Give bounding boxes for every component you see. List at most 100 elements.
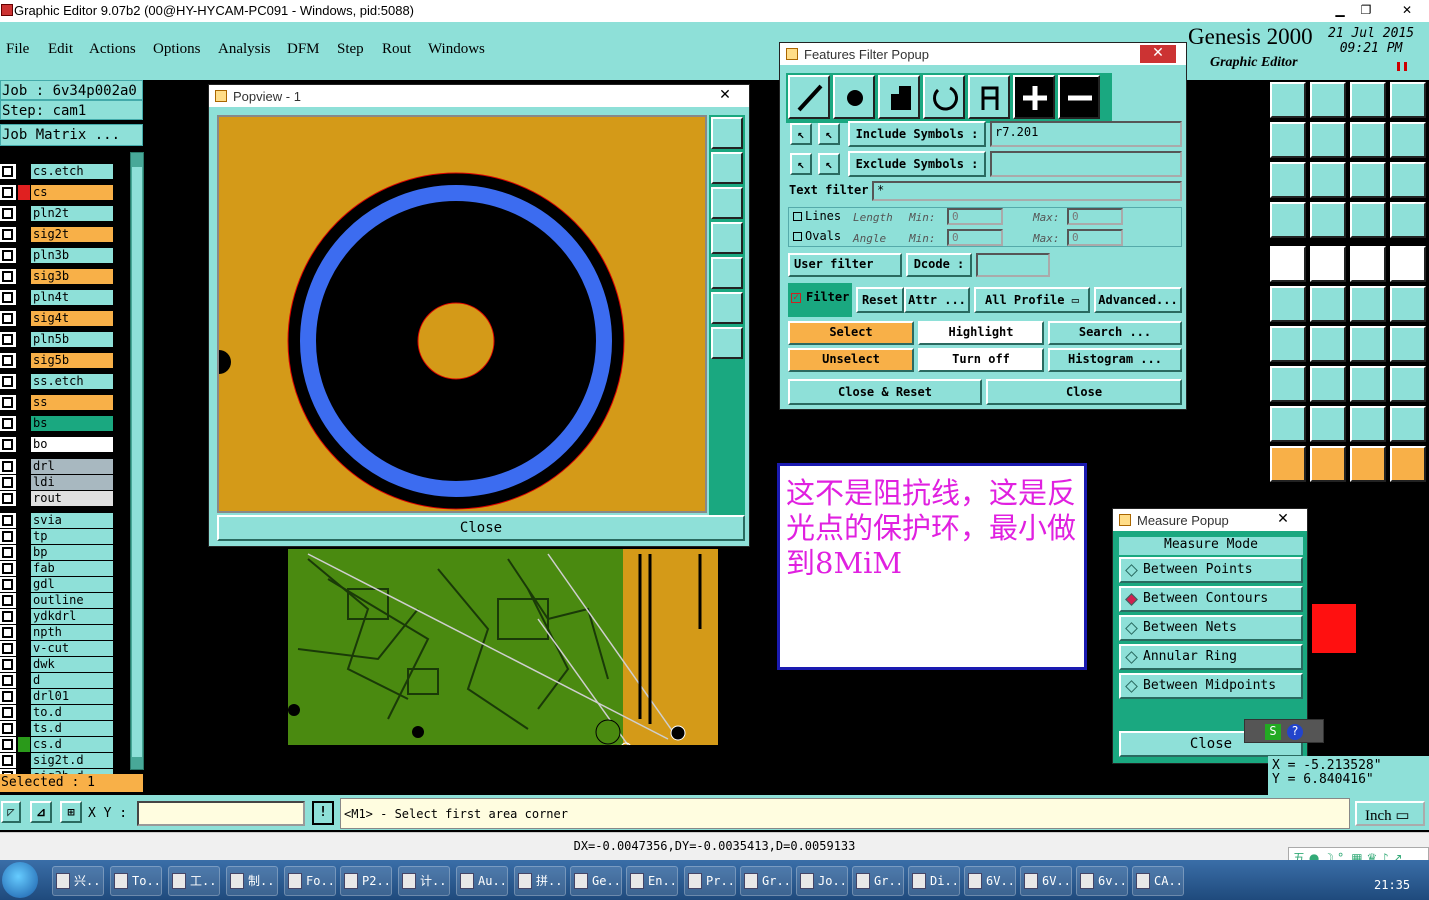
measure-option[interactable]: Between Contours bbox=[1119, 586, 1303, 612]
layer-checkbox[interactable] bbox=[2, 208, 13, 219]
positive-polarity-icon[interactable] bbox=[1013, 75, 1055, 119]
layer-row[interactable]: outline bbox=[0, 593, 115, 608]
layer-name[interactable]: bs bbox=[31, 416, 113, 431]
layer-affected-cell[interactable] bbox=[0, 374, 16, 389]
layer-name[interactable]: bo bbox=[31, 437, 113, 452]
zoom-forward-icon[interactable] bbox=[1310, 122, 1346, 158]
select-button[interactable]: Select bbox=[788, 321, 914, 345]
layer-checkbox[interactable] bbox=[2, 477, 13, 488]
zoom-home-icon[interactable] bbox=[1270, 162, 1306, 198]
home-icon[interactable] bbox=[1350, 82, 1386, 118]
pointer-icon[interactable] bbox=[1270, 446, 1306, 482]
layer-name[interactable]: ldi bbox=[31, 475, 113, 490]
layer-checkbox[interactable] bbox=[2, 250, 13, 261]
layer-name[interactable]: cs.d bbox=[31, 737, 113, 752]
measure-option[interactable]: Between Points bbox=[1119, 557, 1303, 583]
layer-row[interactable]: drl bbox=[0, 459, 115, 474]
popview-close-button[interactable]: Close bbox=[217, 515, 745, 541]
menu-dfm[interactable]: DFM bbox=[287, 41, 320, 58]
layer-checkbox[interactable] bbox=[2, 563, 13, 574]
layer-name[interactable]: tp bbox=[31, 529, 113, 544]
taskbar-item[interactable]: 兴... bbox=[52, 866, 104, 896]
line-minus-icon[interactable] bbox=[1310, 366, 1346, 402]
layer-name[interactable]: d bbox=[31, 673, 113, 688]
ruler-icon[interactable] bbox=[1350, 246, 1386, 282]
taskbar-item[interactable]: Pr... bbox=[684, 866, 736, 896]
layer-name[interactable]: sig3b bbox=[31, 269, 113, 284]
layer-affected-cell[interactable] bbox=[0, 737, 16, 752]
grid-select-icon[interactable]: ⊞ bbox=[60, 801, 82, 823]
taskbar-item[interactable]: 制... bbox=[226, 866, 278, 896]
layer-affected-cell[interactable] bbox=[0, 206, 16, 221]
layer-checkbox[interactable] bbox=[2, 355, 13, 366]
taskbar-item[interactable]: 计... bbox=[398, 866, 450, 896]
sogou-icon[interactable]: S bbox=[1265, 724, 1281, 740]
layer-checkbox[interactable] bbox=[2, 376, 13, 387]
layer-name[interactable]: drl01 bbox=[31, 689, 113, 704]
length-min-input[interactable]: 0 bbox=[947, 208, 1003, 225]
include-symbols-input[interactable]: r7.201 bbox=[990, 121, 1182, 147]
layer-affected-cell[interactable] bbox=[0, 545, 16, 560]
taskbar-item[interactable]: P2... bbox=[340, 866, 392, 896]
layer-row[interactable]: rout bbox=[0, 491, 115, 506]
measure-option[interactable]: Between Nets bbox=[1119, 615, 1303, 641]
triangle3-icon[interactable] bbox=[1350, 406, 1386, 442]
layer-row[interactable]: to.d bbox=[0, 705, 115, 720]
layer-name[interactable]: cs.etch bbox=[31, 164, 113, 179]
layer-name[interactable]: npth bbox=[31, 625, 113, 640]
layer-checkbox[interactable] bbox=[2, 515, 13, 526]
layer-name[interactable]: pln4t bbox=[31, 290, 113, 305]
layer-name[interactable]: sig4t bbox=[31, 311, 113, 326]
taskbar-item[interactable]: En... bbox=[626, 866, 678, 896]
text-feature-icon[interactable] bbox=[968, 75, 1010, 119]
layer-affected-cell[interactable] bbox=[0, 641, 16, 656]
layer-name[interactable]: ydkdrl bbox=[31, 609, 113, 624]
layer-name[interactable]: gdl bbox=[31, 577, 113, 592]
layer-name[interactable]: outline bbox=[31, 593, 113, 608]
layer-name[interactable]: rout bbox=[31, 491, 113, 506]
layer-row[interactable]: sig2t.d bbox=[0, 753, 115, 768]
layer-row[interactable]: ydkdrl bbox=[0, 609, 115, 624]
layer-checkbox[interactable] bbox=[2, 418, 13, 429]
all-profile-select[interactable]: All Profile ▭ bbox=[974, 287, 1090, 313]
menu-file[interactable]: File bbox=[6, 41, 29, 58]
layer-checkbox[interactable] bbox=[2, 166, 13, 177]
layer-row[interactable]: sig2t bbox=[0, 227, 115, 242]
layer-checkbox[interactable] bbox=[2, 611, 13, 622]
layer-row[interactable]: svia bbox=[0, 513, 115, 528]
layer-affected-cell[interactable] bbox=[0, 353, 16, 368]
unselect-button[interactable]: Unselect bbox=[788, 348, 914, 372]
zoom-out-icon[interactable] bbox=[711, 327, 743, 359]
circle-pad-icon[interactable] bbox=[1390, 246, 1426, 282]
zoom-fit-icon[interactable] bbox=[711, 117, 743, 149]
dcode-label[interactable]: Dcode : bbox=[906, 253, 972, 277]
exclude-arrow-icon[interactable]: ↖ bbox=[790, 153, 812, 175]
corner-select-icon[interactable]: ◸ bbox=[1, 801, 21, 823]
pan-left-icon[interactable] bbox=[711, 222, 743, 254]
exclude-symbols-input[interactable] bbox=[990, 151, 1182, 177]
layer-name[interactable]: pln3b bbox=[31, 248, 113, 263]
radio-diamond-icon[interactable] bbox=[1125, 680, 1138, 693]
measure-option[interactable]: Between Midpoints bbox=[1119, 673, 1303, 699]
mirror-icon[interactable] bbox=[1390, 326, 1426, 362]
negative-polarity-icon[interactable] bbox=[1058, 75, 1100, 119]
layer-affected-cell[interactable] bbox=[0, 561, 16, 576]
menu-windows[interactable]: Windows bbox=[428, 41, 485, 58]
filter-toggle[interactable]: ✓ Filter bbox=[788, 283, 852, 317]
layer-row[interactable]: sig3b bbox=[0, 269, 115, 284]
tools-icon[interactable] bbox=[1270, 202, 1306, 238]
layer-affected-cell[interactable] bbox=[0, 437, 16, 452]
surface-feature-icon[interactable] bbox=[878, 75, 920, 119]
radio-diamond-icon[interactable] bbox=[1125, 651, 1138, 664]
layer-affected-cell[interactable] bbox=[0, 705, 16, 720]
layer-row[interactable]: bp bbox=[0, 545, 115, 560]
layer-row[interactable]: pln2t bbox=[0, 206, 115, 221]
zoom-toggle-icon[interactable] bbox=[1350, 122, 1386, 158]
start-button[interactable] bbox=[2, 862, 38, 898]
angle-min-input[interactable]: 0 bbox=[947, 229, 1003, 246]
layer-checkbox[interactable] bbox=[2, 187, 13, 198]
radio-diamond-icon[interactable] bbox=[1125, 622, 1138, 635]
pad-feature-icon[interactable] bbox=[833, 75, 875, 119]
grid-icon[interactable] bbox=[1310, 202, 1346, 238]
layer-name[interactable]: drl bbox=[31, 459, 113, 474]
